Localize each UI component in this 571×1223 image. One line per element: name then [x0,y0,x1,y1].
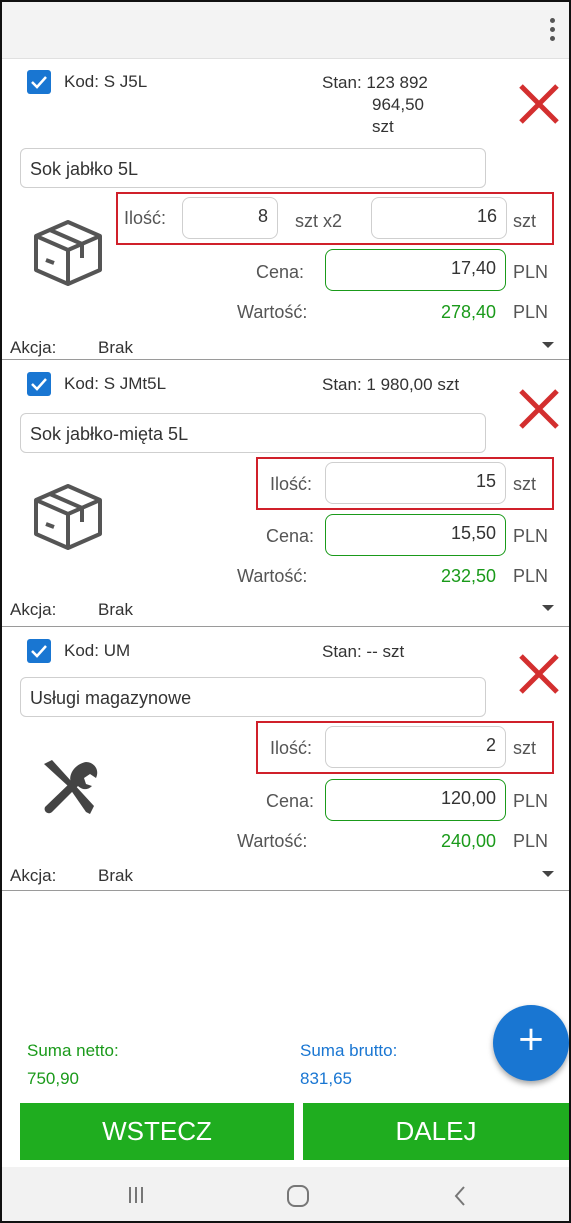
screen-frame: Kod: S J5L Stan: 123 892 964,50 szt Sok … [0,0,571,1223]
item-name-field[interactable]: Sok jabłko 5L [20,148,486,188]
home-icon[interactable] [286,1184,310,1208]
value-label: Wartość: [237,566,308,586]
price-label: Cena: [266,526,315,546]
system-navigation-bar [2,1167,569,1221]
back-button[interactable]: WSTECZ [20,1103,294,1160]
akcja-select[interactable]: Brak [98,600,133,620]
item-divider [2,359,569,360]
value-amount: 232,50 [440,566,496,586]
recent-apps-icon[interactable] [126,1185,146,1205]
akcja-label: Akcja: [10,338,57,357]
delete-item-icon[interactable] [515,385,563,433]
item-checkbox[interactable] [27,372,51,396]
price-label: Cena: [256,262,305,282]
app-bar [2,2,569,59]
akcja-select[interactable]: Brak [98,338,133,358]
quantity-input[interactable]: 2 [325,726,506,768]
quantity-label: Ilość: [270,474,313,494]
item-code: Kod: S JMt5L [64,374,167,393]
next-button[interactable]: DALEJ [303,1103,569,1160]
stock-line: Stan: 1 980,00 szt [322,375,460,394]
gross-total-value: 831,65 [300,1069,352,1088]
package-box-icon [34,484,102,550]
akcja-select[interactable]: Brak [98,866,133,886]
net-total-label: Suma netto: [27,1041,119,1060]
price-input[interactable]: 17,40 [325,249,506,291]
item-checkbox[interactable] [27,70,51,94]
quantity-total-unit: szt [513,211,537,231]
price-unit: PLN [513,791,549,811]
price-label: Cena: [266,791,315,811]
stock-line: 964,50 [372,95,424,114]
price-unit: PLN [513,526,549,546]
item-name-field[interactable]: Sok jabłko-mięta 5L [20,413,486,453]
price-input[interactable]: 120,00 [325,779,506,821]
item-stock: Stan: 123 892 964,50 szt [322,72,428,138]
value-amount: 278,40 [440,302,496,322]
quantity-total-input[interactable]: 16 [371,197,507,239]
chevron-down-icon[interactable] [542,342,554,348]
item-divider [2,890,569,891]
item-stock: Stan: -- szt [322,641,404,663]
value-amount: 240,00 [440,831,496,851]
quantity-unit: szt [513,738,537,758]
quantity-input[interactable]: 15 [325,462,506,504]
stock-line: szt [372,117,394,136]
value-unit: PLN [513,566,549,586]
item-divider [2,626,569,627]
more-vertical-icon[interactable] [547,18,557,44]
plus-icon: + [516,1019,546,1059]
akcja-label: Akcja: [10,866,57,885]
akcja-label: Akcja: [10,600,57,619]
price-input[interactable]: 15,50 [325,514,506,556]
value-unit: PLN [513,831,549,851]
delete-item-icon[interactable] [515,80,563,128]
value-label: Wartość: [237,831,308,851]
quantity-unit: szt [513,474,537,494]
quantity-unit: szt x2 [295,211,343,231]
quantity-label: Ilość: [270,738,313,758]
quantity-input[interactable]: 8 [182,197,278,239]
item-code: Kod: UM [64,641,131,660]
chevron-down-icon[interactable] [542,871,554,877]
price-unit: PLN [513,262,549,282]
item-stock: Stan: 1 980,00 szt [322,374,459,396]
stock-line: Stan: 123 892 [322,73,428,92]
package-box-icon [34,220,102,286]
item-name-field[interactable]: Usługi magazynowe [20,677,486,717]
value-label: Wartość: [237,302,308,322]
tools-wrench-screwdriver-icon [44,760,98,814]
value-unit: PLN [513,302,549,322]
back-icon[interactable] [452,1184,468,1208]
add-item-button[interactable]: + [493,1005,569,1081]
item-code: Kod: S J5L [64,72,148,91]
item-checkbox[interactable] [27,639,51,663]
net-total-value: 750,90 [27,1069,79,1088]
stock-line: Stan: -- szt [322,642,405,661]
quantity-label: Ilość: [124,208,167,228]
chevron-down-icon[interactable] [542,605,554,611]
delete-item-icon[interactable] [515,650,563,698]
gross-total-label: Suma brutto: [300,1041,398,1060]
